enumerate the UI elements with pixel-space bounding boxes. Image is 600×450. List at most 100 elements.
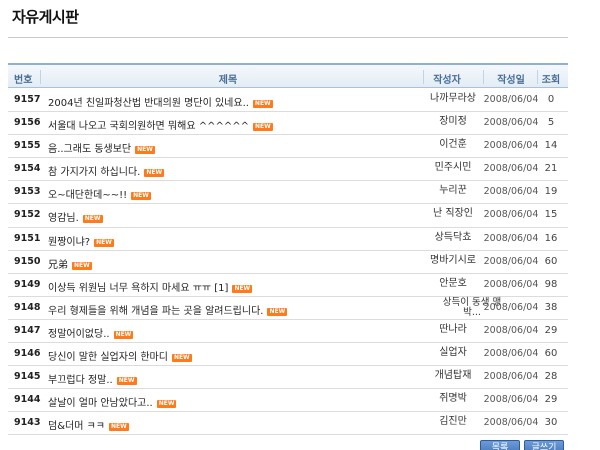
post-title-link[interactable]: 참 가지가지 하십니다. NEW [48,163,165,178]
post-title-link[interactable]: 오~대단한데~~!! NEW [48,186,151,201]
post-title-link[interactable]: 살날이 얼마 안남았다고.. NEW [48,394,177,409]
post-date: 2008/06/04 [483,278,539,290]
post-title-text[interactable]: 살날이 얼마 안남았다고.. [48,398,153,409]
post-title-text[interactable]: 兄弟 [48,260,68,271]
post-date: 2008/06/04 [483,371,539,383]
post-title-link[interactable]: 이상득 위원님 너무 욕하지 마세요 ㅠㅠ [1] NEW [48,279,253,294]
post-title-link[interactable]: 당신이 말한 실업자의 한마디 NEW [48,348,192,363]
post-title-text[interactable]: 덤&더머 ㅋㅋ [48,421,105,432]
post-views: 5 [547,117,555,129]
post-title-link[interactable]: 뭔짱이냐? NEW [48,233,114,248]
post-date: 2008/06/04 [483,255,539,267]
post-views: 60 [544,348,558,360]
post-title-text[interactable]: 우리 형제들을 위해 개념을 파는 곳을 알려드립니다. [48,306,263,317]
post-date: 2008/06/04 [483,117,539,129]
post-title-link[interactable]: 兄弟 NEW [48,256,92,271]
post-title-text[interactable]: 당신이 말한 실업자의 한마디 [48,352,168,363]
title-divider [8,37,568,38]
post-number: 9155 [14,140,41,152]
post-title-link[interactable]: 정말어이없당.. NEW [48,325,134,340]
post-number: 9145 [14,371,41,383]
post-title-text[interactable]: 참 가지가지 하십니다. [48,167,140,178]
list-button[interactable]: 목록 [480,440,520,450]
post-title-link[interactable]: 덤&더머 ㅋㅋ NEW [48,417,129,432]
post-title-text[interactable]: 서울대 나오고 국회의원하면 뭐해요 ^^^^^^ [48,121,249,132]
column-header-views: 조회 [541,75,561,86]
post-list: 9157 2004년 친일파청산법 반대의원 명단이 있네요.. NEW 나까무라… [8,89,568,436]
post-title-text[interactable]: 뭔짱이냐? [48,237,90,248]
table-row: 9154 참 가지가지 하십니다. NEW 민주시민 2008/06/04 21 [8,158,568,182]
new-badge: NEW [72,261,92,270]
post-title-text[interactable]: 이상득 위원님 너무 욕하지 마세요 ㅠㅠ [1] [48,283,228,294]
table-row: 9148 우리 형제들을 위해 개념을 파는 곳을 알려드립니다. NEW 상득이… [8,297,568,320]
post-number: 9151 [14,232,41,244]
post-views: 19 [544,186,558,198]
post-views: 21 [544,163,558,175]
post-views: 98 [544,278,558,290]
post-title-link[interactable]: 2004년 친일파청산법 반대의원 명단이 있네요.. NEW [48,94,273,109]
post-views: 29 [544,394,558,406]
post-number: 9150 [14,255,41,267]
board-title: 자유게시판 [12,8,79,26]
post-number: 9154 [14,163,41,175]
table-row: 9152 영감님. NEW 난 직장인 2008/06/04 15 [8,204,568,228]
new-badge: NEW [116,377,137,386]
post-title-text[interactable]: 음..그래도 동생보단 [48,144,131,155]
post-date: 2008/06/04 [483,417,539,429]
new-badge: NEW [232,284,253,293]
column-header-number: 번호 [14,75,33,86]
post-views: 14 [544,140,558,152]
new-badge: NEW [108,423,129,432]
post-date: 2008/06/04 [483,394,539,406]
post-views: 30 [544,417,558,429]
post-number: 9143 [14,417,41,429]
post-title-link[interactable]: 부끄럽다 정말.. NEW [48,371,137,386]
table-row: 9157 2004년 친일파청산법 반대의원 명단이 있네요.. NEW 나까무라… [8,89,568,113]
post-title-link[interactable]: 서울대 나오고 국회의원하면 뭐해요 ^^^^^^ NEW [48,117,273,132]
table-row: 9153 오~대단한데~~!! NEW 누리꾼 2008/06/04 19 [8,181,568,205]
post-number: 9152 [14,209,41,221]
post-title-text[interactable]: 정말어이없당.. [48,329,110,340]
post-title-text[interactable]: 오~대단한데~~!! [48,190,127,201]
post-date: 2008/06/04 [483,301,539,313]
post-date: 2008/06/04 [483,232,539,244]
post-number: 9157 [14,94,41,105]
table-row: 9147 정말어이없당.. NEW 딴나라 2008/06/04 29 [8,320,568,344]
post-views: 0 [547,94,555,105]
new-badge: NEW [267,307,288,316]
post-number: 9153 [14,186,41,198]
post-number: 9149 [14,278,41,290]
new-badge: NEW [253,123,273,132]
post-title-text[interactable]: 영감님. [48,213,79,224]
post-title-text[interactable]: 부끄럽다 정말.. [48,375,113,386]
table-row: 9146 당신이 말한 실업자의 한마디 NEW 실업자 2008/06/04 6… [8,343,568,367]
post-title-link[interactable]: 영감님. NEW [48,209,103,224]
table-row: 9149 이상득 위원님 너무 욕하지 마세요 ㅠㅠ [1] NEW 안문호 20… [8,274,568,297]
column-header-date: 작성일 [497,75,525,86]
post-views: 28 [544,371,558,383]
table-row: 9155 음..그래도 동생보단 NEW 이건훈 2008/06/04 14 [8,135,568,159]
new-badge: NEW [131,192,151,201]
new-badge: NEW [144,169,165,178]
column-header-title: 제목 [218,75,238,86]
post-views: 38 [544,301,558,313]
new-badge: NEW [94,238,114,247]
post-number: 9148 [14,301,41,313]
header-divider [483,70,484,84]
post-date: 2008/06/04 [483,348,539,360]
new-badge: NEW [171,354,192,363]
post-title-link[interactable]: 음..그래도 동생보단 NEW [48,140,155,155]
post-views: 15 [544,209,558,221]
write-button[interactable]: 글쓰기 [524,440,564,450]
post-views: 60 [544,255,558,267]
table-header: 번호 제목 작성자 작성일 조회 [8,63,568,88]
new-badge: NEW [82,215,103,224]
post-title-text[interactable]: 2004년 친일파청산법 반대의원 명단이 있네요.. [48,98,249,109]
post-title-link[interactable]: 우리 형제들을 위해 개념을 파는 곳을 알려드립니다. NEW [48,302,288,317]
column-header-writer: 작성자 [433,75,461,86]
post-date: 2008/06/04 [483,94,539,105]
post-date: 2008/06/04 [483,186,539,198]
header-divider [40,70,41,84]
post-views: 16 [544,232,558,244]
post-number: 9144 [14,394,41,406]
